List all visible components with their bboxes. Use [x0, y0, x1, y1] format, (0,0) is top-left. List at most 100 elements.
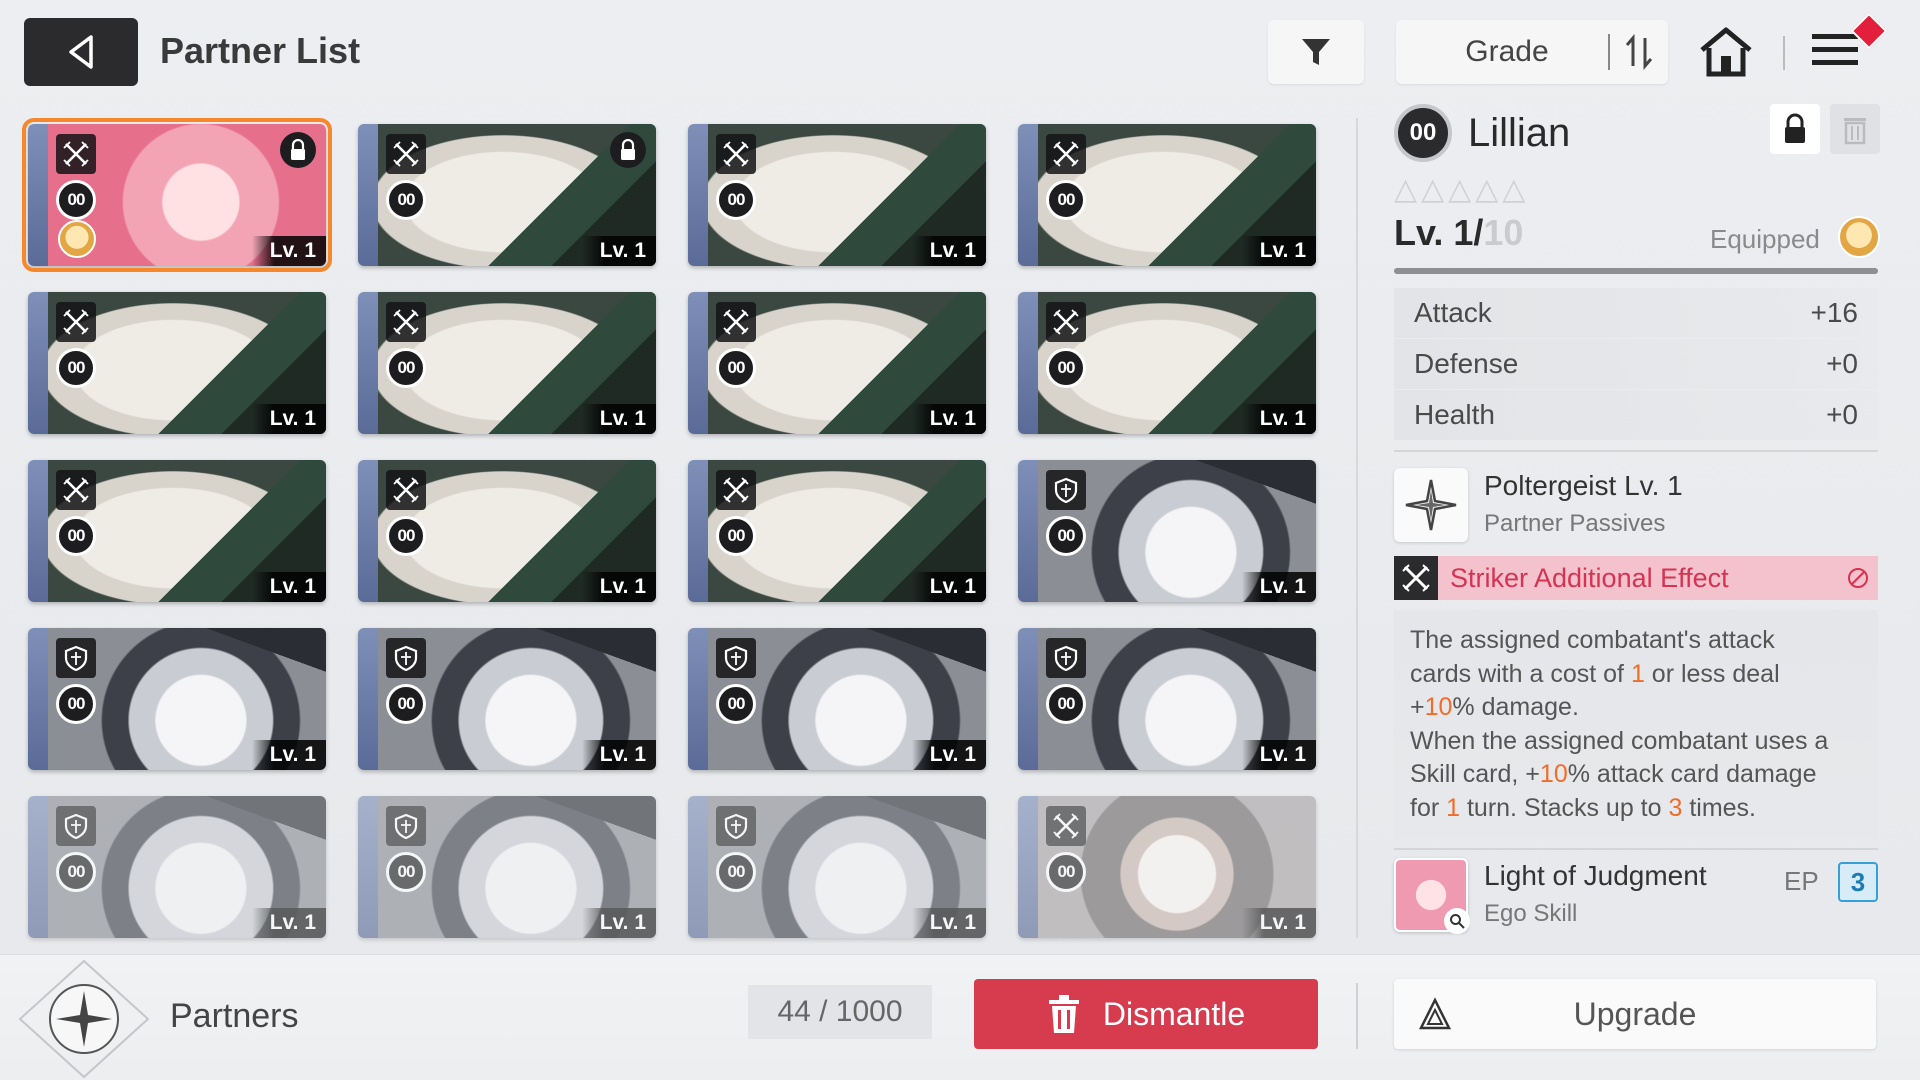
- stats-divider: [1394, 450, 1878, 452]
- upgrade-button[interactable]: Upgrade: [1394, 979, 1876, 1049]
- partner-card[interactable]: 00 Lv. 1: [358, 460, 656, 602]
- description-text: times.: [1682, 793, 1756, 822]
- partner-card[interactable]: 00 Lv. 1: [688, 628, 986, 770]
- back-arrow-icon: [69, 35, 93, 69]
- magnifier-icon[interactable]: [1444, 908, 1470, 934]
- effect-description-line: +10% damage.: [1410, 691, 1862, 725]
- ego-divider: [1394, 848, 1878, 850]
- card-rarity-strip: [28, 124, 48, 266]
- card-level: Lv. 1: [1242, 908, 1316, 938]
- partner-card[interactable]: 00 Lv. 1: [1018, 124, 1316, 266]
- striker-class-icon: [1046, 806, 1086, 846]
- card-rarity-strip: [358, 292, 378, 434]
- bottom-divider: [1356, 983, 1358, 1049]
- card-level: Lv. 1: [252, 740, 326, 770]
- description-text: cards with a cost of: [1410, 659, 1631, 688]
- level-current: Lv. 1/: [1394, 212, 1484, 253]
- partner-card-grid: 00 Lv. 1 00 Lv. 1 00 Lv. 1 00 Lv. 1 00 Lv. 1 00 Lv.…: [22, 118, 1316, 938]
- defender-class-icon: [716, 638, 756, 678]
- inactive-icon: [1848, 568, 1868, 588]
- stat-label: Health: [1414, 399, 1495, 430]
- back-button[interactable]: [24, 18, 138, 86]
- partner-card[interactable]: 00 Lv. 1: [28, 460, 326, 602]
- card-rarity-strip: [28, 292, 48, 434]
- partner-card[interactable]: 00 Lv. 1: [358, 628, 656, 770]
- card-level: Lv. 1: [582, 236, 656, 266]
- partner-card[interactable]: 00 Lv. 1: [1018, 796, 1316, 938]
- defender-class-icon: [56, 806, 96, 846]
- card-rarity-strip: [1018, 124, 1038, 266]
- card-rarity-strip: [358, 796, 378, 938]
- lock-icon: [280, 132, 316, 168]
- partner-card[interactable]: 00 Lv. 1: [358, 124, 656, 266]
- partner-name: Lillian: [1468, 110, 1571, 155]
- card-rarity-strip: [688, 796, 708, 938]
- partner-card[interactable]: 00 Lv. 1: [688, 796, 986, 938]
- bottom-bar: Partners 44 / 1000 Dismantle Upgrade: [0, 954, 1920, 1080]
- description-text: Skill card, +: [1410, 760, 1540, 788]
- partner-card[interactable]: 00 Lv. 1: [1018, 460, 1316, 602]
- ego-skill[interactable]: Light of Judgment Ego Skill EP 3: [1394, 858, 1878, 938]
- rank-badge: 00: [386, 180, 426, 220]
- rank-badge: 00: [716, 516, 756, 556]
- partner-card[interactable]: 00 Lv. 1: [1018, 628, 1316, 770]
- striker-class-icon: [56, 134, 96, 174]
- card-level: Lv. 1: [1242, 572, 1316, 602]
- description-text: for: [1410, 793, 1447, 822]
- effect-description-line: cards with a cost of 1 or less deal: [1410, 658, 1862, 692]
- stat-label: Defense: [1414, 348, 1519, 379]
- striker-class-icon: [1046, 134, 1086, 174]
- sort-label: Grade: [1465, 35, 1549, 68]
- card-rarity-strip: [688, 124, 708, 266]
- partner-card[interactable]: 00 Lv. 1: [358, 796, 656, 938]
- dismantle-button[interactable]: Dismantle: [974, 979, 1318, 1049]
- passive-skill[interactable]: Poltergeist Lv. 1 Partner Passives: [1394, 468, 1878, 542]
- rank-badge: 00: [716, 684, 756, 724]
- partners-label: Partners: [170, 997, 299, 1035]
- lock-icon: [610, 132, 646, 168]
- highlight-value: 1: [1630, 659, 1645, 688]
- highlight-value: 1: [1446, 793, 1461, 822]
- rank-badge: 00: [386, 852, 426, 892]
- card-level: Lv. 1: [582, 572, 656, 602]
- discard-button[interactable]: [1830, 104, 1880, 154]
- striker-class-icon: [1394, 556, 1438, 600]
- partner-card[interactable]: 00 Lv. 1: [28, 796, 326, 938]
- effect-description-line: for 1 turn. Stacks up to 3 times.: [1410, 792, 1862, 826]
- rank-badge: 00: [56, 180, 96, 220]
- equipped-combatant-avatar[interactable]: [1838, 216, 1880, 258]
- partner-card[interactable]: 00 Lv. 1: [1018, 292, 1316, 434]
- card-level: Lv. 1: [912, 740, 986, 770]
- partner-card[interactable]: 00 Lv. 1: [688, 460, 986, 602]
- highlight-value: 3: [1668, 793, 1683, 822]
- filter-button[interactable]: [1268, 20, 1364, 84]
- partner-card[interactable]: 00 Lv. 1: [28, 292, 326, 434]
- partner-rank-badge: 00: [1394, 104, 1452, 162]
- dismantle-label: Dismantle: [1102, 995, 1246, 1032]
- partner-card[interactable]: 00 Lv. 1: [688, 124, 986, 266]
- lock-toggle-button[interactable]: [1770, 104, 1820, 154]
- sort-order-toggle[interactable]: [1610, 34, 1668, 70]
- partners-emblem-icon: [18, 959, 150, 1079]
- card-level: Lv. 1: [252, 572, 326, 602]
- rank-badge: 00: [56, 684, 96, 724]
- rank-badge: 00: [1046, 516, 1086, 556]
- stat-value: +0: [1826, 399, 1858, 430]
- equipped-label: Equipped: [1710, 224, 1820, 254]
- partner-card[interactable]: 00 Lv. 1: [28, 628, 326, 770]
- card-rarity-strip: [358, 460, 378, 602]
- effect-description: The assigned combatant's attack cards wit…: [1394, 610, 1878, 839]
- home-button[interactable]: [1696, 22, 1756, 82]
- partner-card[interactable]: 00 Lv. 1: [358, 292, 656, 434]
- ep-label: EP: [1784, 866, 1819, 896]
- lock-icon: [1785, 113, 1805, 143]
- partner-card[interactable]: 00 Lv. 1: [688, 292, 986, 434]
- trash-icon: [1048, 995, 1079, 1033]
- card-level: Lv. 1: [912, 572, 986, 602]
- sort-button[interactable]: Grade: [1396, 20, 1668, 84]
- highlight-value: 10: [1424, 693, 1453, 721]
- upgrade-label: Upgrade: [1573, 995, 1697, 1032]
- card-level: Lv. 1: [252, 404, 326, 434]
- partner-card[interactable]: 00 Lv. 1: [22, 118, 332, 272]
- striker-class-icon: [1046, 302, 1086, 342]
